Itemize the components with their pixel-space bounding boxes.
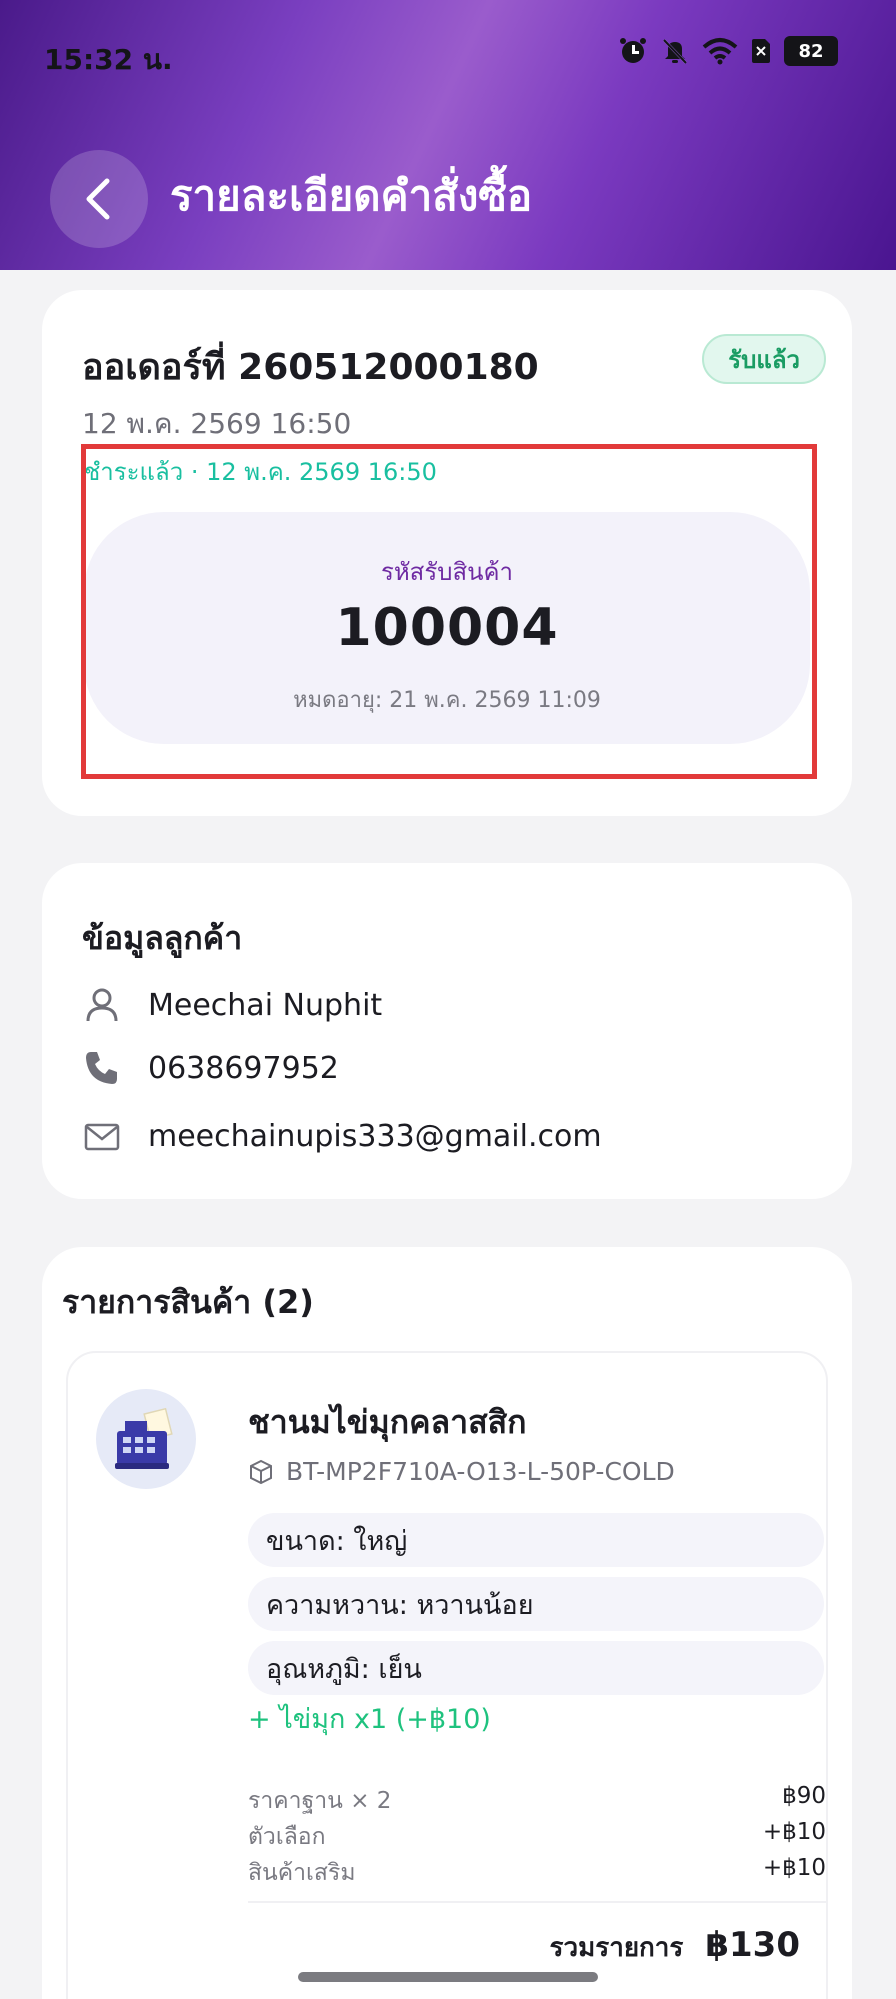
status-bar: 15:32 น. 82 [0, 0, 896, 110]
price-divider [248, 1901, 826, 1903]
price-label: ตัวเลือก [248, 1824, 326, 1850]
order-number: ออเดอร์ที่ 260512000180 [82, 347, 539, 388]
person-icon [82, 987, 122, 1023]
item-addon: + ไข่มุก x1 (+฿10) [248, 1704, 491, 1735]
subtotal-value: ฿130 [705, 1925, 800, 1965]
app-header: 15:32 น. 82 รายละเอียดคำสั่งซื้อ [0, 0, 896, 270]
alarm-icon [618, 36, 648, 66]
status-time: 15:32 น. [44, 43, 173, 76]
price-row-options: ตัวเลือก +฿10 [248, 1819, 826, 1855]
mail-icon [82, 1123, 122, 1151]
mute-icon [660, 36, 690, 66]
wifi-icon [702, 37, 738, 65]
customer-name-row: Meechai Nuphit [82, 987, 382, 1023]
customer-name: Meechai Nuphit [148, 987, 383, 1023]
customer-phone-row: 0638697952 [82, 1049, 339, 1087]
pickup-code-label: รหัสรับสินค้า [380, 558, 514, 586]
items-card: รายการสินค้า (2) ชานมไข่มุกคลาสสิก BT-MP… [42, 1247, 852, 1999]
cash-register-icon [115, 1407, 173, 1469]
item-sku: BT-MP2F710A-O13-L-50P-COLD [286, 1457, 675, 1486]
price-row-addons: สินค้าเสริม +฿10 [248, 1855, 826, 1891]
item-thumbnail [96, 1389, 196, 1489]
item-option-sweetness: ความหวาน: หวานน้อย [248, 1577, 824, 1631]
price-value: +฿10 [762, 1819, 826, 1845]
price-value: +฿10 [762, 1855, 826, 1881]
subtotal-label: รวมรายการ [549, 1933, 684, 1963]
order-card: ออเดอร์ที่ 260512000180 รับแล้ว 12 พ.ค. … [42, 290, 852, 816]
phone-icon [82, 1049, 122, 1087]
payment-status: ชำระแล้ว · 12 พ.ค. 2569 16:50 [84, 458, 437, 486]
price-row-base: ราคาฐาน × 2 ฿90 [248, 1783, 826, 1819]
page-title: รายละเอียดคำสั่งซื้อ [170, 171, 533, 220]
status-icons: 82 [618, 36, 838, 66]
customer-email[interactable]: meechainupis333@gmail.com [148, 1119, 602, 1154]
order-date: 12 พ.ค. 2569 16:50 [82, 407, 352, 440]
customer-card: ข้อมูลลูกค้า Meechai Nuphit 0638697952 m… [42, 863, 852, 1199]
item-name: ชานมไข่มุกคลาสสิก [248, 1403, 527, 1441]
customer-section-title: ข้อมูลลูกค้า [82, 919, 243, 957]
chevron-left-icon [86, 178, 110, 220]
pickup-code: 100004 [335, 598, 559, 658]
item-option-temperature: อุณหภูมิ: เย็น [248, 1641, 824, 1695]
box-icon [250, 1459, 272, 1484]
price-label: ราคาฐาน × 2 [248, 1788, 392, 1814]
item-option-size: ขนาด: ใหญ่ [248, 1513, 824, 1567]
back-button[interactable] [50, 150, 148, 248]
items-section-title: รายการสินค้า (2) [62, 1283, 314, 1321]
price-value: ฿90 [782, 1783, 826, 1809]
item-subtotal: รวมรายการ ฿130 [550, 1925, 800, 1968]
pickup-code-box: รหัสรับสินค้า 100004 หมดอายุ: 21 พ.ค. 25… [84, 512, 810, 744]
home-indicator[interactable] [298, 1972, 598, 1982]
customer-email-row: meechainupis333@gmail.com [82, 1119, 602, 1154]
list-item: ชานมไข่มุกคลาสสิก BT-MP2F710A-O13-L-50P-… [66, 1351, 828, 1999]
price-label: สินค้าเสริม [248, 1860, 356, 1886]
customer-phone[interactable]: 0638697952 [148, 1051, 339, 1086]
battery-indicator: 82 [784, 36, 838, 66]
item-sku-row: BT-MP2F710A-O13-L-50P-COLD [248, 1457, 675, 1486]
status-badge: รับแล้ว [702, 334, 826, 384]
pickup-code-expiry: หมดอายุ: 21 พ.ค. 2569 11:09 [293, 688, 601, 713]
sim-icon [750, 37, 772, 65]
